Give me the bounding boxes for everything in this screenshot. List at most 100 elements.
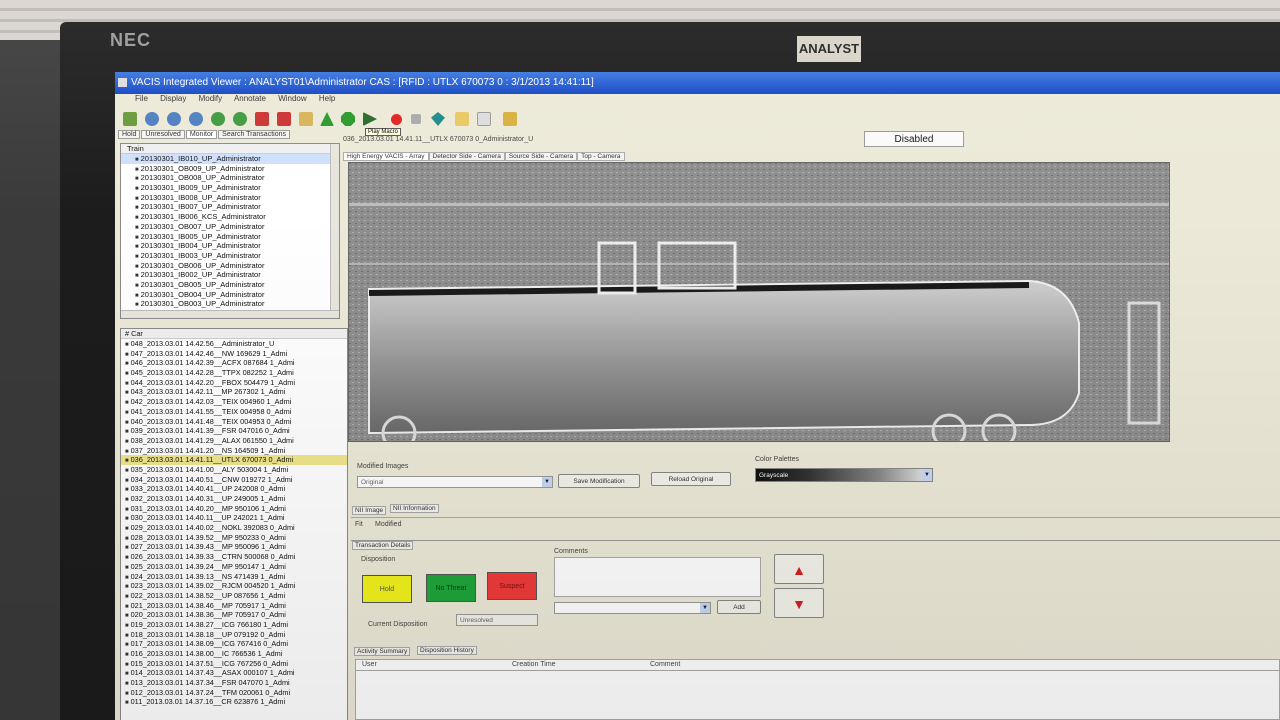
list-item[interactable]: 20130301_IB004_UP_Administrator — [121, 241, 339, 251]
tab-monitor[interactable]: Monitor — [185, 130, 218, 139]
list-item[interactable]: 20130301_IB005_UP_Administrator — [121, 232, 339, 242]
table-row[interactable]: 040_2013.03.01 14.41.48__TEIX 004953 0_A… — [121, 417, 347, 427]
table-row[interactable]: 015_2013.03.01 14.37.51__ICG 767256 0_Ad… — [121, 659, 347, 669]
table-row[interactable]: 042_2013.03.01 14.42.03__TEIX 004960 1_A… — [121, 397, 347, 407]
tab-nii-image[interactable]: NII Image — [352, 506, 387, 515]
tab-activity-summary[interactable]: Activity Summary — [354, 647, 411, 656]
tab-high-energy[interactable]: High Energy VACIS - Array — [343, 152, 429, 161]
open-icon[interactable] — [123, 112, 137, 126]
table-row[interactable]: 047_2013.03.01 14.42.46__NW 169629 1_Adm… — [121, 349, 347, 359]
rotate-ccw-icon[interactable] — [233, 112, 247, 126]
menu-annotate[interactable]: Annotate — [234, 94, 266, 103]
table-row[interactable]: 041_2013.03.01 14.41.55__TEIX 004958 0_A… — [121, 407, 347, 417]
modified-images-select[interactable]: Original ▼ — [357, 476, 553, 488]
table-row[interactable]: 022_2013.03.01 14.38.52__UP 087656 1_Adm… — [121, 591, 347, 601]
save-modification-button[interactable]: Save Modification — [558, 474, 640, 488]
table-row[interactable]: 036_2013.03.01 14.41.11__UTLX 670073 0_A… — [121, 455, 347, 465]
tab-detector-side[interactable]: Detector Side - Camera — [428, 152, 505, 161]
suspect-button[interactable]: Suspect — [487, 572, 537, 600]
reload-original-button[interactable]: Reload Original — [651, 472, 731, 486]
list-item[interactable]: 20130301_IB008_UP_Administrator — [121, 193, 339, 203]
fit-label[interactable]: Fit — [355, 521, 363, 528]
list-item[interactable]: 20130301_OB008_UP_Administrator — [121, 173, 339, 183]
note-icon[interactable] — [455, 112, 469, 126]
table-row[interactable]: 027_2013.03.01 14.39.43__MP 950096 1_Adm… — [121, 542, 347, 552]
table-row[interactable]: 019_2013.03.01 14.38.27__ICG 766180 1_Ad… — [121, 620, 347, 630]
column-creation-time[interactable]: Creation Time — [512, 661, 556, 668]
table-row[interactable]: 018_2013.03.01 14.38.18__UP 079192 0_Adm… — [121, 630, 347, 640]
table-row[interactable]: 028_2013.03.01 14.39.52__MP 950233 0_Adm… — [121, 533, 347, 543]
column-user[interactable]: User — [362, 661, 377, 668]
table-row[interactable]: 031_2013.03.01 14.40.20__MP 950106 1_Adm… — [121, 504, 347, 514]
tab-hold[interactable]: Hold — [118, 130, 141, 139]
table-row[interactable]: 023_2013.03.01 14.39.02__RJCM 004520 1_A… — [121, 581, 347, 591]
table-row[interactable]: 037_2013.03.01 14.41.20__NS 164509 1_Adm… — [121, 446, 347, 456]
zoom-in-icon[interactable] — [145, 112, 159, 126]
menu-display[interactable]: Display — [160, 94, 186, 103]
table-row[interactable]: 021_2013.03.01 14.38.46__MP 705917 1_Adm… — [121, 601, 347, 611]
tab-unresolved[interactable]: Unresolved — [141, 130, 185, 139]
modified-label[interactable]: Modified — [375, 521, 401, 528]
list-item[interactable]: 20130301_OB004_UP_Administrator — [121, 290, 339, 300]
table-row[interactable]: 033_2013.03.01 14.40.41__UP 242008 0_Adm… — [121, 484, 347, 494]
table-row[interactable]: 032_2013.03.01 14.40.31__UP 249005 1_Adm… — [121, 494, 347, 504]
list-item[interactable]: 20130301_IB010_UP_Administrator — [121, 154, 339, 164]
chevron-down-icon[interactable]: ▼ — [700, 603, 710, 613]
menu-file[interactable]: File — [135, 94, 148, 103]
tab-nii-information[interactable]: NII Information — [390, 504, 439, 513]
color-palette-select[interactable]: Grayscale ▼ — [755, 468, 933, 482]
column-comment[interactable]: Comment — [650, 661, 680, 668]
table-row[interactable]: 048_2013.03.01 14.42.56__Administrator_U — [121, 339, 347, 349]
list-item[interactable]: 20130301_IB007_UP_Administrator — [121, 202, 339, 212]
record-icon[interactable] — [391, 114, 402, 125]
list-item[interactable]: 20130301_OB006_UP_Administrator — [121, 261, 339, 271]
menu-help[interactable]: Help — [319, 94, 335, 103]
table-row[interactable]: 012_2013.03.01 14.37.24__TFM 020061 0_Ad… — [121, 688, 347, 698]
tab-search-transactions[interactable]: Search Transactions — [218, 130, 290, 139]
train-hscrollbar[interactable] — [121, 310, 339, 318]
tab-transaction-details[interactable]: Transaction Details — [352, 541, 414, 550]
list-item[interactable]: 20130301_OB005_UP_Administrator — [121, 280, 339, 290]
no-threat-button[interactable]: No Threat — [426, 574, 476, 602]
table-row[interactable]: 017_2013.03.01 14.38.09__ICG 767416 0_Ad… — [121, 639, 347, 649]
table-row[interactable]: 044_2013.03.01 14.42.20__FBOX 504479 1_A… — [121, 378, 347, 388]
triangle-icon[interactable] — [320, 112, 334, 126]
menu-window[interactable]: Window — [278, 94, 306, 103]
stop-sign-icon[interactable] — [341, 112, 355, 126]
table-row[interactable]: 045_2013.03.01 14.42.28__TTPX 082252 1_A… — [121, 368, 347, 378]
rotate-cw-icon[interactable] — [211, 112, 225, 126]
table-row[interactable]: 011_2013.03.01 14.37.16__CR 623876 1_Adm… — [121, 697, 347, 707]
table-row[interactable]: 046_2013.03.01 14.42.39__ACFX 087684 1_A… — [121, 358, 347, 368]
folder-icon[interactable] — [503, 112, 517, 126]
list-item[interactable]: 20130301_OB007_UP_Administrator — [121, 222, 339, 232]
table-row[interactable]: 029_2013.03.01 14.40.02__NOKL 392083 0_A… — [121, 523, 347, 533]
comment-preset-select[interactable]: ▼ — [554, 602, 711, 614]
table-row[interactable]: 038_2013.03.01 14.41.29__ALAX 061550 1_A… — [121, 436, 347, 446]
train-scrollbar[interactable] — [330, 144, 339, 318]
tab-source-side[interactable]: Source Side - Camera — [504, 152, 578, 161]
stop-icon[interactable] — [411, 114, 421, 124]
table-row[interactable]: 034_2013.03.01 14.40.51__CNW 019272 1_Ad… — [121, 475, 347, 485]
tab-disposition-history[interactable]: Disposition History — [417, 646, 477, 655]
table-row[interactable]: 026_2013.03.01 14.39.33__CTRN 500068 0_A… — [121, 552, 347, 562]
gem-icon[interactable] — [431, 112, 445, 126]
table-row[interactable]: 030_2013.03.01 14.40.11__UP 242021 1_Adm… — [121, 513, 347, 523]
add-button[interactable]: Add — [717, 600, 761, 614]
filter-icon[interactable] — [299, 112, 313, 126]
list-item[interactable]: 20130301_OB009_UP_Administrator — [121, 164, 339, 174]
table-row[interactable]: 016_2013.03.01 14.38.00__IC 766536 1_Adm… — [121, 649, 347, 659]
zoom-fit-icon[interactable] — [189, 112, 203, 126]
menu-modify[interactable]: Modify — [199, 94, 223, 103]
hold-button[interactable]: Hold — [362, 575, 412, 603]
comments-field[interactable] — [554, 557, 761, 597]
table-row[interactable]: 014_2013.03.01 14.37.43__ASAX 000107 1_A… — [121, 668, 347, 678]
list-item[interactable]: 20130301_IB003_UP_Administrator — [121, 251, 339, 261]
document-icon[interactable] — [477, 112, 491, 126]
list-item[interactable]: 20130301_OB003_UP_Administrator — [121, 299, 339, 309]
list-item[interactable]: 20130301_IB009_UP_Administrator — [121, 183, 339, 193]
table-row[interactable]: 020_2013.03.01 14.38.36__MP 705917 0_Adm… — [121, 610, 347, 620]
down-arrow-button[interactable]: ▼ — [774, 588, 824, 618]
table-row[interactable]: 035_2013.03.01 14.41.00__ALY 503004 1_Ad… — [121, 465, 347, 475]
table-row[interactable]: 043_2013.03.01 14.42.11__MP 267302 1_Adm… — [121, 387, 347, 397]
histogram-icon[interactable] — [255, 112, 269, 126]
